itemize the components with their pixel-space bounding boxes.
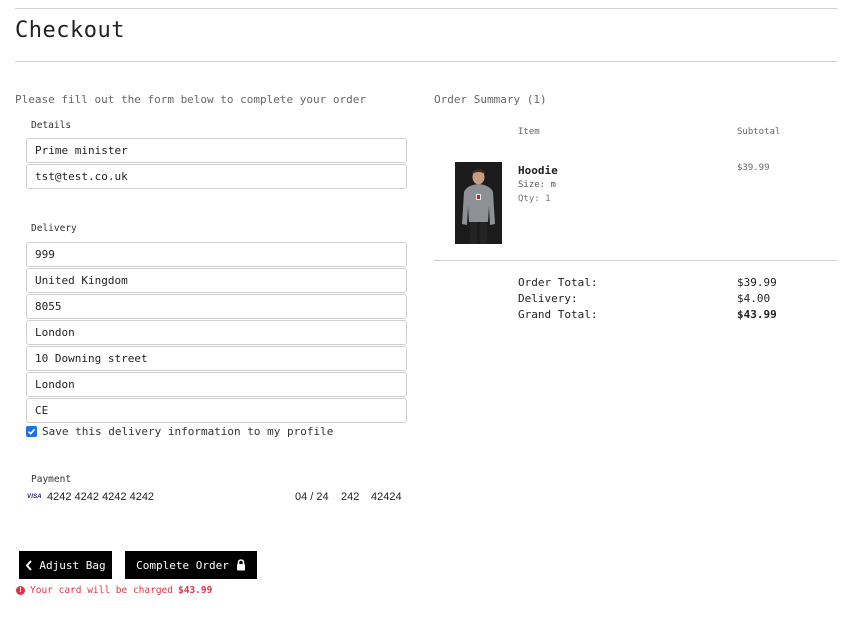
item-size: Size: m xyxy=(518,180,556,190)
save-info-row: Save this delivery information to my pro… xyxy=(26,425,333,438)
card-number-input[interactable]: 4242 4242 4242 4242 xyxy=(47,491,154,503)
summary-divider xyxy=(434,260,837,261)
charge-notice-text: Your card will be charged xyxy=(30,585,173,596)
save-info-checkbox[interactable] xyxy=(26,426,37,437)
street-address-2-field[interactable]: CE xyxy=(26,398,407,423)
order-total-label: Order Total: xyxy=(518,276,598,289)
payment-label: Payment xyxy=(31,474,72,485)
grand-total-value: $43.99 xyxy=(737,308,777,321)
delivery-cost-label: Delivery: xyxy=(518,292,578,305)
county-field[interactable]: London xyxy=(26,372,407,397)
delivery-cost-value: $4.00 xyxy=(737,292,771,305)
adjust-bag-label: Adjust Bag xyxy=(39,558,106,572)
postcode-field[interactable]: 8055 xyxy=(26,294,407,319)
phone-number-field[interactable]: 999 xyxy=(26,242,407,267)
card-cvc-input[interactable]: 242 xyxy=(341,491,359,503)
product-image xyxy=(455,162,502,244)
top-divider xyxy=(15,8,837,9)
order-total-value: $39.99 xyxy=(737,276,777,289)
order-summary-title: Order Summary (1) xyxy=(434,93,547,106)
visa-card-icon: VISA xyxy=(27,494,42,500)
alert-circle-icon: ! xyxy=(16,586,25,595)
details-label: Details xyxy=(31,120,72,131)
save-info-label[interactable]: Save this delivery information to my pro… xyxy=(42,425,333,438)
charge-notice: ! Your card will be charged $43.99 xyxy=(16,585,212,596)
street-address-field[interactable]: 10 Downing street xyxy=(26,346,407,371)
delivery-label: Delivery xyxy=(31,223,77,234)
header-divider xyxy=(15,61,837,62)
town-or-city-field[interactable]: London xyxy=(26,320,407,345)
charge-amount: $43.99 xyxy=(178,585,213,596)
item-subtotal: $39.99 xyxy=(737,163,770,173)
complete-order-label: Complete Order xyxy=(136,558,229,572)
full-name-field[interactable]: Prime minister xyxy=(26,138,407,163)
complete-order-button[interactable]: Complete Order xyxy=(125,551,257,579)
email-field[interactable]: tst@test.co.uk xyxy=(26,164,407,189)
chevron-left-icon xyxy=(26,559,33,571)
column-header-subtotal: Subtotal xyxy=(737,127,781,137)
column-header-item: Item xyxy=(518,127,540,137)
page-title: Checkout xyxy=(15,18,125,43)
lock-icon xyxy=(236,559,245,571)
form-intro: Please fill out the form below to comple… xyxy=(15,93,366,106)
grand-total-label: Grand Total: xyxy=(518,308,598,321)
adjust-bag-button[interactable]: Adjust Bag xyxy=(19,551,112,579)
card-expiry-input[interactable]: 04 / 24 xyxy=(295,491,329,503)
card-element[interactable]: VISA 4242 4242 4242 4242 04 / 24 242 424… xyxy=(27,491,402,505)
card-postal-input[interactable]: 42424 xyxy=(371,491,402,503)
country-field[interactable]: United Kingdom xyxy=(26,268,407,293)
item-name: Hoodie xyxy=(518,164,558,177)
item-qty: Qty: 1 xyxy=(518,194,551,204)
